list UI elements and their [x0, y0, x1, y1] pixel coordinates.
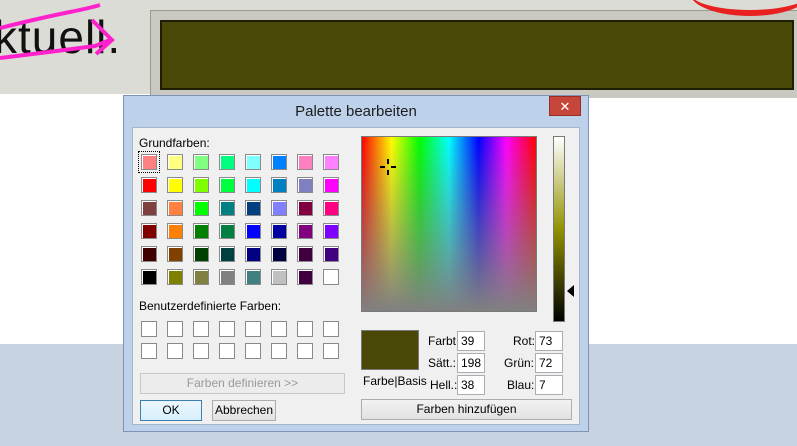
custom-color-swatch[interactable] [193, 321, 209, 337]
basic-color-swatch[interactable] [323, 200, 339, 216]
basic-color-swatch[interactable] [323, 223, 339, 239]
custom-color-swatch[interactable] [167, 343, 183, 359]
add-colors-button[interactable]: Farben hinzufügen [361, 399, 572, 420]
basic-colors-label: Grundfarben: [139, 136, 210, 150]
basic-color-swatch[interactable] [271, 177, 287, 193]
custom-color-swatch[interactable] [297, 321, 313, 337]
basic-color-swatch[interactable] [141, 246, 157, 262]
basic-color-swatch[interactable] [219, 269, 235, 285]
basic-color-swatch[interactable] [271, 246, 287, 262]
basic-color-swatch[interactable] [193, 200, 209, 216]
sat-field[interactable] [457, 353, 485, 373]
basic-color-swatch[interactable] [245, 246, 261, 262]
basic-color-swatch[interactable] [245, 269, 261, 285]
basic-color-swatch[interactable] [219, 223, 235, 239]
basic-color-swatch[interactable] [245, 223, 261, 239]
basic-color-swatch[interactable] [271, 154, 287, 170]
pink-arrow-annotation [0, 3, 115, 60]
custom-colors-label: Benutzerdefinierte Farben: [139, 299, 282, 313]
green-label: Grün: [504, 356, 535, 370]
basic-color-swatch[interactable] [219, 200, 235, 216]
background-current-color [160, 20, 794, 90]
cancel-button[interactable]: Abbrechen [212, 400, 276, 421]
ok-button[interactable]: OK [140, 400, 202, 421]
custom-color-swatch[interactable] [297, 343, 313, 359]
dialog-client-area: Grundfarben: Benutzerdefinierte Farben: … [132, 127, 580, 425]
basic-color-swatch[interactable] [141, 223, 157, 239]
red-field[interactable] [535, 331, 563, 351]
basic-color-swatch[interactable] [141, 200, 157, 216]
color-spectrum[interactable] [361, 136, 537, 312]
blue-label: Blau: [507, 378, 535, 392]
red-label: Rot: [513, 334, 536, 348]
basic-color-swatch[interactable] [167, 177, 183, 193]
define-colors-button[interactable]: Farben definieren >> [140, 373, 345, 394]
basic-color-swatch[interactable] [323, 246, 339, 262]
basic-color-swatch[interactable] [193, 177, 209, 193]
basic-color-swatch[interactable] [219, 154, 235, 170]
custom-color-swatch[interactable] [271, 343, 287, 359]
basic-color-swatch[interactable] [297, 223, 313, 239]
luminance-slider[interactable] [553, 136, 565, 322]
basic-color-swatch[interactable] [141, 177, 157, 193]
basic-color-swatch[interactable] [271, 269, 287, 285]
basic-color-swatch[interactable] [167, 200, 183, 216]
basic-color-swatch[interactable] [193, 154, 209, 170]
custom-color-swatch[interactable] [141, 343, 157, 359]
basic-color-swatch[interactable] [297, 200, 313, 216]
basic-color-swatch[interactable] [297, 177, 313, 193]
basic-color-swatch[interactable] [271, 200, 287, 216]
crosshair-icon [380, 159, 396, 175]
custom-color-swatch[interactable] [167, 321, 183, 337]
luminance-arrow-icon[interactable] [567, 285, 574, 297]
basic-color-swatch[interactable] [167, 246, 183, 262]
edit-palette-dialog: Palette bearbeiten ✕ Grundfarben: Benutz… [123, 95, 589, 432]
background-app: ktuell. [0, 0, 797, 98]
basic-color-swatch[interactable] [297, 154, 313, 170]
green-field[interactable] [535, 353, 563, 373]
close-button[interactable]: ✕ [549, 96, 581, 116]
lum-field[interactable] [457, 375, 485, 395]
dialog-title: Palette bearbeiten [295, 103, 417, 120]
basic-color-swatch[interactable] [323, 154, 339, 170]
basic-color-swatch[interactable] [138, 151, 160, 173]
preview-label: Farbe|Basis [363, 374, 427, 388]
basic-color-swatch[interactable] [245, 200, 261, 216]
basic-color-swatch[interactable] [219, 246, 235, 262]
basic-color-swatch[interactable] [297, 269, 313, 285]
custom-color-swatch[interactable] [245, 343, 261, 359]
basic-color-swatch[interactable] [245, 154, 261, 170]
custom-color-swatch[interactable] [271, 321, 287, 337]
basic-color-swatch[interactable] [193, 246, 209, 262]
lum-label: Hell.: [430, 378, 458, 392]
basic-color-swatch[interactable] [167, 223, 183, 239]
basic-color-swatch[interactable] [297, 246, 313, 262]
basic-color-swatch[interactable] [323, 177, 339, 193]
custom-color-swatch[interactable] [323, 343, 339, 359]
custom-color-swatch[interactable] [219, 343, 235, 359]
title-bar[interactable]: Palette bearbeiten ✕ [124, 96, 588, 127]
basic-color-swatch[interactable] [141, 269, 157, 285]
custom-color-swatch[interactable] [323, 321, 339, 337]
basic-color-swatch[interactable] [167, 269, 183, 285]
custom-color-swatch[interactable] [245, 321, 261, 337]
custom-color-swatch[interactable] [193, 343, 209, 359]
blue-field[interactable] [535, 375, 563, 395]
basic-color-swatch[interactable] [193, 269, 209, 285]
hue-field[interactable] [457, 331, 485, 351]
basic-color-swatch[interactable] [219, 177, 235, 193]
custom-color-swatch[interactable] [219, 321, 235, 337]
basic-color-swatch[interactable] [167, 154, 183, 170]
basic-color-swatch[interactable] [323, 269, 339, 285]
basic-color-swatch[interactable] [193, 223, 209, 239]
color-preview [361, 330, 419, 370]
sat-label: Sätt.: [428, 356, 457, 370]
custom-color-swatch[interactable] [141, 321, 157, 337]
basic-color-swatch[interactable] [245, 177, 261, 193]
basic-color-swatch[interactable] [271, 223, 287, 239]
